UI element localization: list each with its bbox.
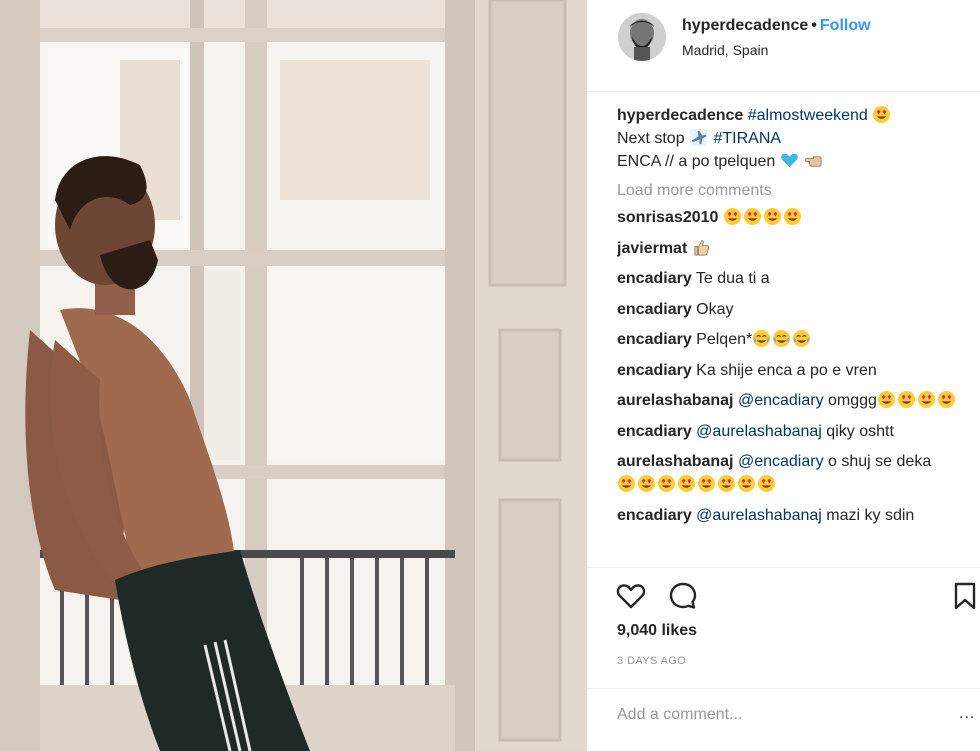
caption-text-enca: ENCA // a po tpelquen (617, 153, 776, 170)
heart-eyes-icon (937, 390, 956, 409)
comment-username[interactable]: aurelashabanaj (617, 392, 734, 409)
caption-hashtag-tirana[interactable]: #TIRANA (714, 130, 782, 147)
heart-eyes-icon (743, 207, 762, 226)
heart-eyes-icon (723, 207, 742, 226)
comment-username[interactable]: encadiary (617, 331, 692, 348)
post-timestamp: 3 DAYS AGO (617, 655, 687, 667)
header-divider (587, 91, 980, 92)
comment-box-divider (587, 688, 980, 689)
caption-username[interactable]: hyperdecadence (617, 107, 743, 124)
comment: encadiary Pelqen* (617, 328, 977, 351)
heart-outline-icon[interactable] (615, 580, 647, 612)
avatar-image (618, 13, 666, 61)
heart-eyes-icon (917, 390, 936, 409)
comment: encadiary Ka shije enca a po e vren (617, 359, 977, 382)
comment: encadiary @aurelashabanaj qiky oshtt (617, 420, 977, 443)
speech-bubble-icon[interactable] (667, 580, 699, 612)
comment-mention[interactable]: @aurelashabanaj (696, 423, 822, 440)
caption-text-next-stop: Next stop (617, 130, 685, 147)
comment-text: mazi ky sdin (826, 506, 915, 524)
comment-username[interactable]: encadiary (617, 362, 692, 379)
heart-eyes-icon (717, 474, 736, 493)
comment-username[interactable]: encadiary (617, 507, 692, 524)
pointing-hand-icon (804, 151, 823, 170)
comment-mention[interactable]: @encadiary (738, 392, 824, 409)
comment: aurelashabanaj @encadiary omggg (617, 389, 977, 412)
heart-eyes-icon (637, 474, 656, 493)
thumbs-up-icon (692, 238, 711, 257)
add-comment-input[interactable] (617, 703, 947, 727)
action-bar (587, 580, 980, 620)
tears-of-joy-icon (772, 329, 791, 348)
caption-hashtag[interactable]: #almostweekend (748, 107, 868, 124)
comments-list: hyperdecadence #almostweekend Next stop … (617, 104, 977, 564)
heart-eyes-icon (783, 207, 802, 226)
heart-eyes-icon (877, 390, 896, 409)
comment-text: omggg (828, 392, 877, 409)
follow-button[interactable]: Follow (820, 17, 871, 34)
comment-mention[interactable]: @aurelashabanaj (696, 507, 822, 524)
heart-eyes-icon (872, 105, 891, 124)
post-header: hyperdecadence • Follow Madrid, Spain (587, 0, 980, 91)
photo-illustration (0, 0, 587, 751)
comment: encadiary Okay (617, 298, 977, 321)
comment-text: Ka shije enca a po e vren (696, 361, 877, 379)
heart-eyes-icon (697, 474, 716, 493)
comment-username[interactable]: aurelashabanaj (617, 453, 734, 470)
separator-dot: • (811, 17, 817, 34)
blue-heart-icon (780, 151, 799, 170)
comment-username[interactable]: encadiary (617, 423, 692, 440)
comment-mention[interactable]: @encadiary (738, 453, 824, 470)
more-options-button[interactable]: ... (959, 705, 975, 723)
comment-text: Te dua ti a (695, 270, 770, 287)
comment: encadiary @aurelashabanaj mazi ky sdin (617, 504, 977, 527)
comment: sonrisas2010 (617, 206, 977, 229)
bookmark-icon[interactable] (949, 580, 980, 612)
post-side-panel: hyperdecadence • Follow Madrid, Spain hype… (587, 0, 980, 751)
heart-eyes-icon (763, 207, 782, 226)
heart-eyes-icon (677, 474, 696, 493)
heart-eyes-icon (737, 474, 756, 493)
likes-count[interactable]: 9,040 likes (617, 622, 697, 640)
airplane-icon (689, 128, 708, 147)
comment-text: qiky oshtt (826, 422, 894, 440)
load-more-comments[interactable]: Load more comments (617, 179, 977, 202)
heart-eyes-icon (757, 474, 776, 493)
location-link[interactable]: Madrid, Spain (682, 42, 768, 58)
comment-text: Okay (696, 300, 734, 318)
comment: encadiary Te dua ti a (617, 267, 977, 290)
heart-eyes-icon (617, 474, 636, 493)
comment: javiermat (617, 237, 977, 260)
heart-eyes-icon (657, 474, 676, 493)
comments-divider (587, 567, 980, 568)
post-photo[interactable] (0, 0, 587, 751)
comment-text: Pelqen* (696, 331, 753, 348)
comment: aurelashabanaj @encadiary o shuj se deka (617, 450, 977, 496)
caption: hyperdecadence #almostweekend Next stop … (617, 104, 977, 173)
comment-username[interactable]: encadiary (617, 270, 692, 287)
comment-username[interactable]: javiermat (617, 240, 687, 257)
emoji-row (617, 473, 977, 496)
author-username[interactable]: hyperdecadence (682, 17, 808, 34)
comment-username[interactable]: sonrisas2010 (617, 209, 718, 226)
comment-text: o shuj se deka (828, 453, 932, 470)
author-line: hyperdecadence • Follow (682, 17, 871, 35)
tears-of-joy-icon (752, 329, 771, 348)
comment-username[interactable]: encadiary (617, 301, 692, 318)
tears-of-joy-icon (792, 329, 811, 348)
heart-eyes-icon (897, 390, 916, 409)
avatar[interactable] (618, 13, 666, 61)
